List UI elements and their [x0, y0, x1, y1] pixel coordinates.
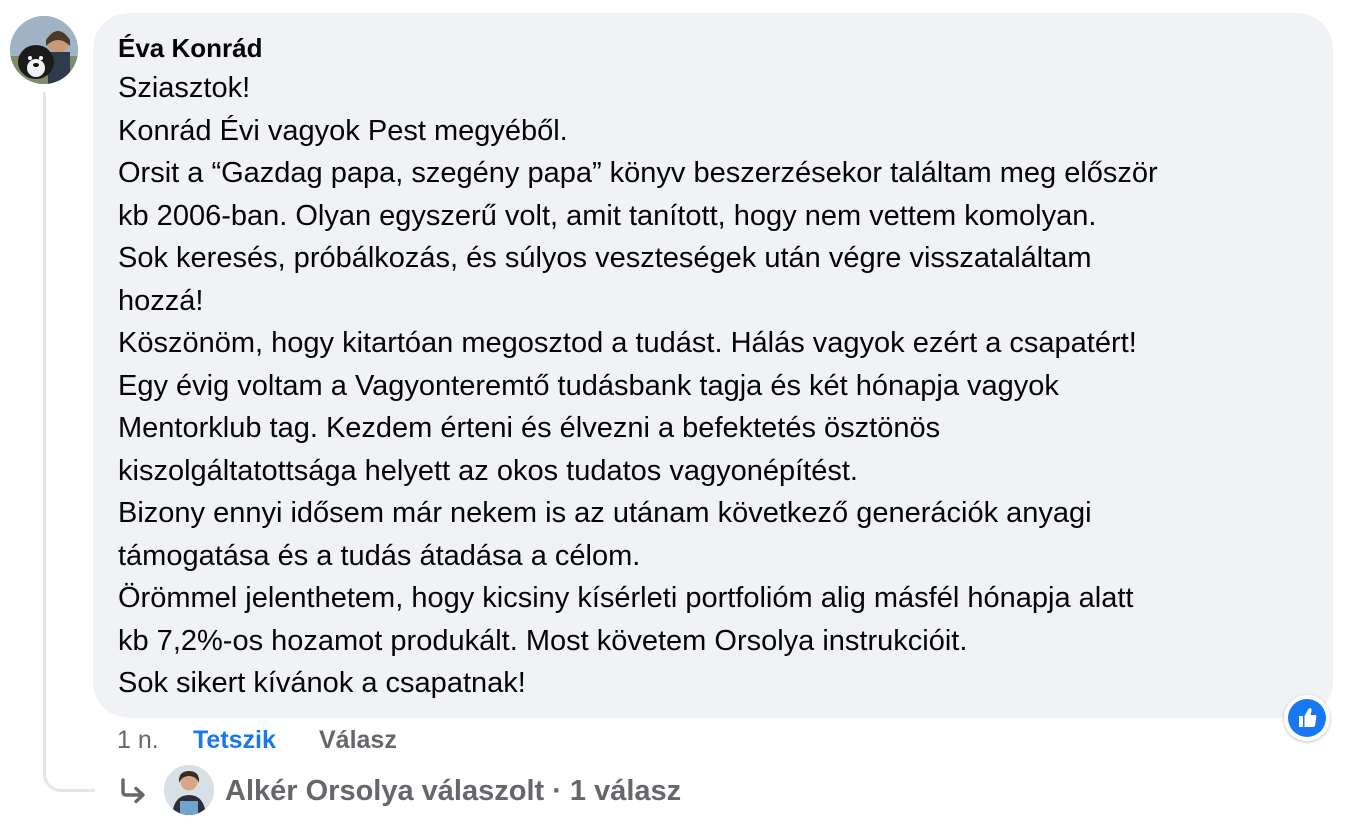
- comment-text-line: hozzá!: [118, 284, 204, 317]
- comment-text-line: kiszolgáltatottsága helyett az okos tuda…: [118, 454, 858, 487]
- comment-text-line: támogatása és a tudás átadása a célom.: [118, 539, 641, 572]
- reaction-count-badge[interactable]: [1284, 695, 1330, 741]
- comment-text-line: Orsit a “Gazdag papa, szegény papa” köny…: [118, 157, 1158, 189]
- comment-text-line: Sok keresés, próbálkozás, és súlyos vesz…: [118, 242, 1092, 274]
- view-replies-text[interactable]: Alkér Orsolya válaszolt · 1 válasz: [225, 773, 681, 809]
- comment-text-line: Bizony ennyi idősem már nekem is az után…: [118, 497, 1092, 529]
- comment-text-line: Sziasztok!: [118, 72, 251, 104]
- comment-text-line: kb 2006-ban. Olyan egyszerű volt, amit t…: [118, 199, 1097, 232]
- thread-connector-line: [43, 92, 95, 792]
- comment-text-line: Mentorklub tag. Kezdem érteni és élvezni…: [118, 412, 941, 444]
- reply-arrow-icon: [121, 778, 145, 804]
- comment-text-line: Konrád Évi vagyok Pest megyéből.: [118, 114, 568, 147]
- like-button[interactable]: Tetszik: [193, 724, 276, 756]
- reply-button[interactable]: Válasz: [319, 724, 397, 756]
- comment-text-line: kb 7,2%-os hozamot produkált. Most követ…: [118, 624, 968, 657]
- comment-text-line: Egy évig voltam a Vagyonteremtő tudásban…: [118, 369, 1059, 402]
- thumbs-up-icon: [1288, 699, 1326, 737]
- author-avatar-image: [10, 16, 78, 84]
- view-replies-row[interactable]: Alkér Orsolya válaszolt · 1 válasz: [118, 765, 818, 817]
- comment-text-line: Örömmel jelenthetem, hogy kicsiny kísérl…: [118, 582, 1134, 614]
- comment-text-line: Köszönöm, hogy kitartóan megosztod a tud…: [118, 327, 1137, 359]
- replier-avatar[interactable]: [164, 765, 214, 815]
- comment-timestamp[interactable]: 1 n.: [117, 724, 159, 756]
- comment-author-name[interactable]: Éva Konrád: [118, 31, 1309, 65]
- comment-text: Sziasztok! Konrád Évi vagyok Pest megyéb…: [118, 67, 1309, 705]
- comment-bubble: Éva Konrád Sziasztok! Konrád Évi vagyok …: [93, 13, 1333, 718]
- comment-text-line: Sok sikert kívánok a csapatnak!: [118, 667, 526, 699]
- author-avatar[interactable]: [10, 16, 78, 84]
